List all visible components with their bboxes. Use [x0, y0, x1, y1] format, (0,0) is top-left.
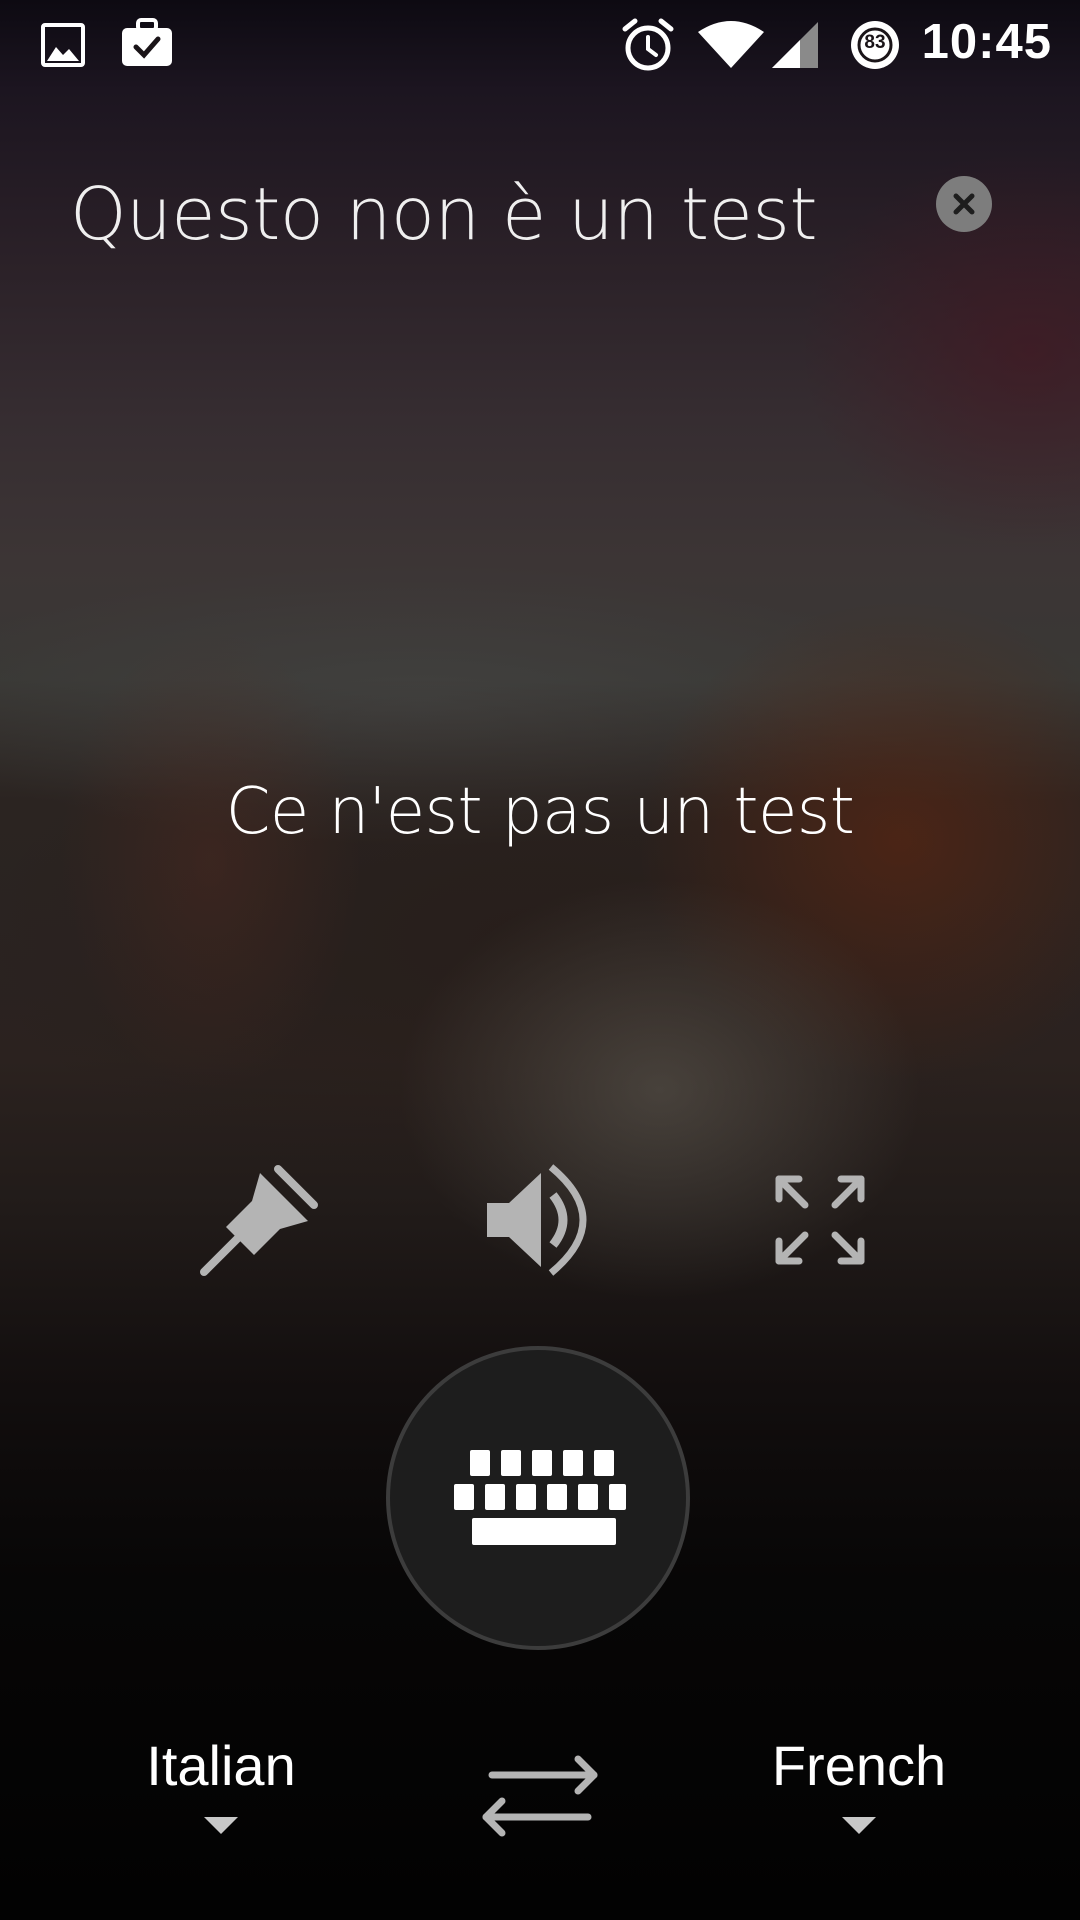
briefcase-check-icon	[122, 18, 172, 66]
fullscreen-button[interactable]	[755, 1155, 885, 1285]
source-language-selector[interactable]: Italian	[71, 1735, 371, 1834]
dropdown-caret-icon	[204, 1817, 238, 1834]
battery-level-label: 83	[864, 32, 886, 53]
status-time: 10:45	[921, 15, 1052, 69]
close-icon	[953, 193, 975, 215]
pin-icon	[200, 1165, 318, 1276]
image-notification-icon	[41, 23, 85, 67]
dropdown-caret-icon	[842, 1817, 876, 1834]
clear-button[interactable]	[936, 176, 992, 232]
swap-languages-button[interactable]	[472, 1745, 608, 1845]
translate-screen: 83 10:45 Questo non è un test Ce n'est p…	[0, 0, 1080, 1920]
source-language-label: Italian	[146, 1734, 296, 1797]
cell-signal-icon	[772, 22, 818, 68]
speak-button[interactable]	[475, 1155, 605, 1285]
keyboard-icon	[454, 1450, 626, 1545]
target-language-selector[interactable]: French	[709, 1735, 1009, 1834]
pin-button[interactable]	[194, 1155, 324, 1285]
keyboard-input-button[interactable]	[386, 1346, 690, 1650]
source-text[interactable]: Questo non è un test	[70, 172, 818, 256]
swap-arrows-icon	[482, 1755, 598, 1837]
alarm-icon	[622, 18, 674, 71]
translated-text: Ce n'est pas un test	[225, 775, 855, 849]
fullscreen-icon	[775, 1175, 865, 1265]
wifi-icon	[698, 21, 764, 68]
target-language-label: French	[771, 1734, 947, 1797]
speaker-icon	[487, 1164, 587, 1276]
status-bar: 83 10:45	[0, 0, 1080, 96]
